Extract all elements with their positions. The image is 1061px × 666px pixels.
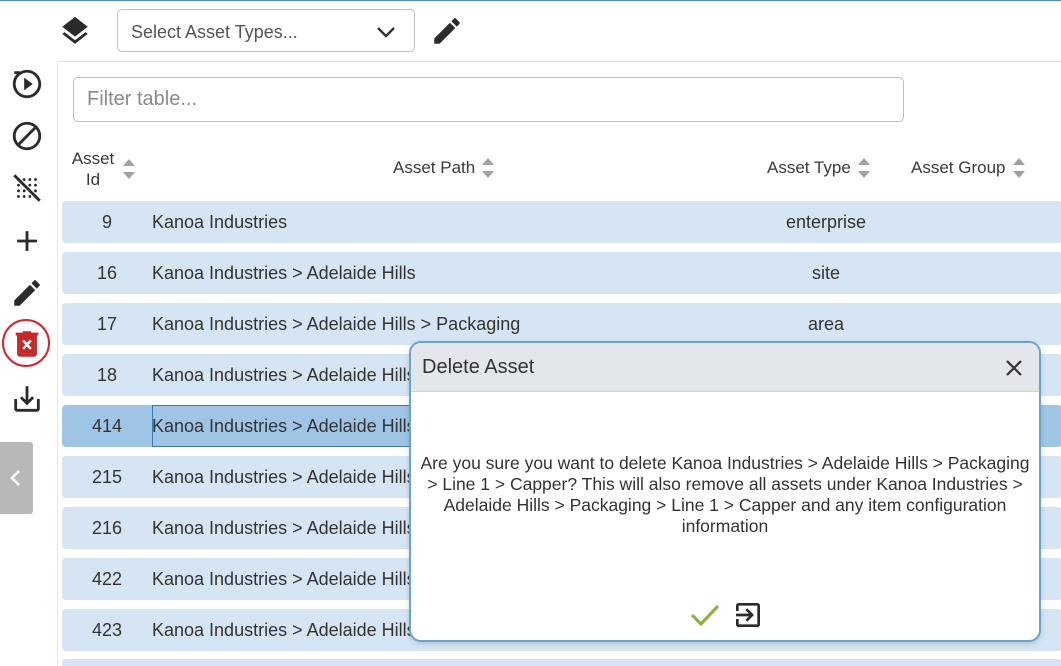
sort-icon <box>482 158 495 178</box>
add-icon[interactable] <box>10 224 44 258</box>
exit-icon[interactable] <box>732 599 764 631</box>
cell-asset-id: 423 <box>91 620 123 640</box>
cell-asset-id: 414 <box>91 416 123 436</box>
edit-icon[interactable] <box>10 276 44 310</box>
column-header-asset-id[interactable]: Asset Id <box>70 148 140 190</box>
sidebar-divider <box>57 61 58 666</box>
play-circle-icon[interactable] <box>10 67 44 101</box>
cell-asset-id: 17 <box>96 314 118 334</box>
cell-asset-id: 422 <box>91 569 123 589</box>
header-divider <box>58 61 1061 62</box>
column-header-asset-path[interactable]: Asset Path <box>393 155 495 181</box>
asset-type-placeholder: Select Asset Types... <box>131 22 298 42</box>
sort-icon <box>1012 158 1025 178</box>
delete-icon[interactable] <box>10 327 44 361</box>
cell-asset-group <box>920 252 1061 294</box>
cell-asset-id: 18 <box>96 365 118 385</box>
cell-asset-type: area <box>807 314 845 334</box>
column-header-label: Asset Path <box>393 158 476 177</box>
dialog-message: Are you sure you want to delete Kanoa In… <box>420 453 1030 536</box>
table-row[interactable]: 16 Kanoa Industries > Adelaide Hills sit… <box>62 252 1061 294</box>
cell-asset-id: 9 <box>101 212 112 232</box>
cell-asset-id: 16 <box>96 263 118 283</box>
cell-asset-id: 215 <box>91 467 123 487</box>
cell-asset-path: Kanoa Industries > Adelaide Hills <box>152 263 416 283</box>
close-icon[interactable] <box>1003 357 1025 379</box>
table-row[interactable] <box>62 659 1061 666</box>
table-row[interactable]: 9 Kanoa Industries enterprise <box>62 201 1061 243</box>
table-row[interactable]: 17 Kanoa Industries > Adelaide Hills > P… <box>62 303 1061 345</box>
sort-icon <box>857 158 870 178</box>
cell-asset-type: enterprise <box>785 212 867 232</box>
cell-asset-path: Kanoa Industries > Adelaide Hills > Pack… <box>152 314 521 334</box>
cell-asset-id: 216 <box>91 518 123 538</box>
sidebar-collapse-button[interactable] <box>0 442 33 514</box>
block-icon[interactable] <box>10 119 44 153</box>
filter-table-input[interactable] <box>73 77 904 122</box>
chevron-left-icon <box>10 470 20 486</box>
dialog-title: Delete Asset <box>422 356 535 378</box>
column-header-label: Asset Type <box>767 158 851 177</box>
cell-asset-path: Kanoa Industries > Adelaide Hills <box>152 405 414 447</box>
download-icon[interactable] <box>10 382 44 416</box>
delete-asset-dialog: Delete Asset Are you sure you want to de… <box>409 341 1041 642</box>
chevron-down-icon <box>377 27 395 38</box>
edit-icon[interactable] <box>430 14 464 48</box>
check-icon[interactable] <box>689 601 721 629</box>
dialog-header: Delete Asset <box>411 343 1039 392</box>
cell-asset-group <box>920 303 1061 345</box>
asset-type-select[interactable]: Select Asset Types... <box>117 9 415 52</box>
cell-asset-type: site <box>811 263 840 283</box>
column-header-label: Asset Id <box>71 149 115 189</box>
cell-asset-path: Kanoa Industries <box>152 212 288 232</box>
top-border <box>0 0 1061 1</box>
column-header-label: Asset Group <box>911 158 1006 177</box>
layers-icon[interactable] <box>58 14 92 48</box>
cell-asset-group <box>920 201 1061 243</box>
column-header-asset-group[interactable]: Asset Group <box>911 155 1026 181</box>
column-header-asset-type[interactable]: Asset Type <box>767 155 871 181</box>
grain-off-icon[interactable] <box>10 171 44 205</box>
sort-icon <box>123 159 135 179</box>
